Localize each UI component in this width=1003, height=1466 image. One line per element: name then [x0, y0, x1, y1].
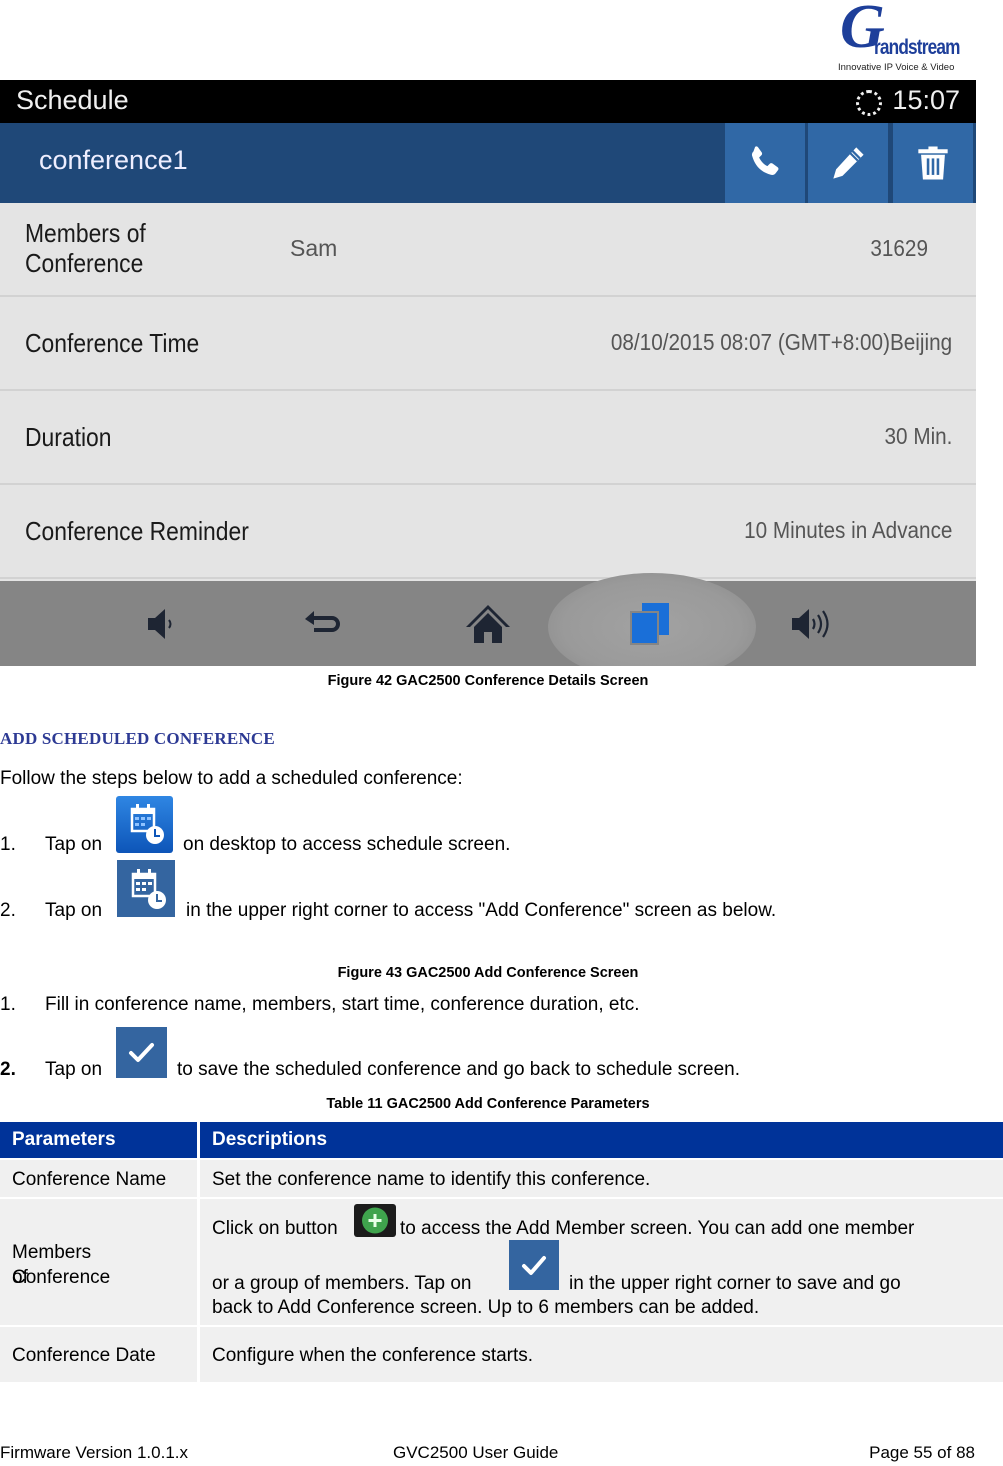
screen-title: Schedule: [16, 85, 129, 115]
member-number: 31629: [870, 235, 928, 261]
table-cell-param: Conference Name: [0, 1160, 197, 1197]
detail-label: Conference Reminder: [25, 516, 249, 546]
checkmark-icon: [116, 1027, 167, 1078]
member-name: Sam: [290, 235, 338, 261]
detail-row-members[interactable]: Members of Conference Sam 31629: [0, 203, 976, 297]
phone-icon: [751, 146, 779, 175]
volume-up-button[interactable]: [788, 599, 838, 649]
detail-value: 30 Min.: [884, 423, 952, 449]
detail-value: 10 Minutes in Advance: [743, 517, 952, 543]
conference-details-screenshot: Schedule 15:07 conference1 Members of Co…: [0, 80, 976, 666]
grandstream-logo: G randstream Innovative IP Voice & Video: [834, 0, 968, 74]
add-schedule-icon: [117, 860, 175, 917]
detail-row-reminder[interactable]: Conference Reminder 10 Minutes in Advanc…: [0, 485, 976, 579]
status-clock: 15:07: [892, 85, 960, 115]
volume-up-icon: [792, 609, 829, 639]
home-button[interactable]: [463, 599, 513, 649]
conference-name: conference1: [39, 145, 188, 175]
volume-down-icon: [148, 609, 172, 639]
detail-label: Conference Time: [25, 328, 200, 358]
back-icon: [305, 611, 340, 632]
figure-42-caption: Figure 42 GAC2500 Conference Details Scr…: [327, 673, 649, 689]
table-cell-param: Conference Date: [0, 1327, 197, 1382]
table-cell-desc: Configure when the conference starts.: [200, 1327, 1003, 1382]
action-bar: conference1: [0, 123, 976, 203]
logo-tagline: Innovative IP Voice & Video: [838, 62, 955, 73]
recent-apps-button[interactable]: [625, 599, 675, 649]
footer-firmware: Firmware Version 1.0.1.x: [0, 1443, 189, 1462]
checkmark-icon: [509, 1240, 559, 1290]
call-button[interactable]: [725, 123, 805, 203]
volume-down-button[interactable]: [138, 599, 188, 649]
table-11-caption: Table 11 GAC2500 Add Conference Paramete…: [326, 1096, 650, 1112]
detail-row-time[interactable]: Conference Time 08/10/2015 08:07 (GMT+8:…: [0, 297, 976, 391]
table-header-parameters: Parameters: [0, 1122, 197, 1158]
navigation-bar: [0, 573, 976, 666]
detail-label: Duration: [25, 422, 112, 452]
detail-value: 08/10/2015 08:07 (GMT+8:00)Beijing: [610, 329, 952, 355]
figure-43-caption: Figure 43 GAC2500 Add Conference Screen: [337, 965, 639, 981]
sync-icon: [856, 90, 882, 116]
table-cell-desc: Set the conference name to identify this…: [200, 1160, 1003, 1197]
delete-button[interactable]: [893, 123, 973, 203]
footer-page-number: Page 55 of 88: [869, 1443, 975, 1462]
logo-brand: randstream: [874, 36, 960, 59]
recent-apps-icon: [630, 603, 669, 645]
details-list: Members of Conference Sam 31629 Conferen…: [0, 203, 976, 579]
pencil-icon: [833, 147, 864, 179]
table-cell-desc: Click on button to access the Add Member…: [200, 1199, 1003, 1325]
table-header-descriptions: Descriptions: [200, 1122, 1003, 1158]
table-cell-param: Members of Conference: [0, 1199, 197, 1325]
parameters-table: Parameters Descriptions Conference Name …: [0, 1122, 1003, 1382]
schedule-app-icon: [116, 796, 173, 853]
status-bar: Schedule 15:07: [0, 80, 976, 123]
edit-button[interactable]: [808, 123, 888, 203]
intro-text: Follow the steps below to add a schedule…: [0, 768, 463, 789]
footer-title: GVC2500 User Guide: [393, 1443, 559, 1462]
trash-icon: [918, 146, 948, 180]
back-button[interactable]: [300, 599, 350, 649]
detail-row-duration[interactable]: Duration 30 Min.: [0, 391, 976, 485]
section-heading: ADD SCHEDULED CONFERENCE: [0, 729, 275, 748]
add-member-icon: [354, 1204, 396, 1237]
detail-label: Members of Conference: [25, 218, 146, 278]
home-icon: [466, 605, 510, 643]
